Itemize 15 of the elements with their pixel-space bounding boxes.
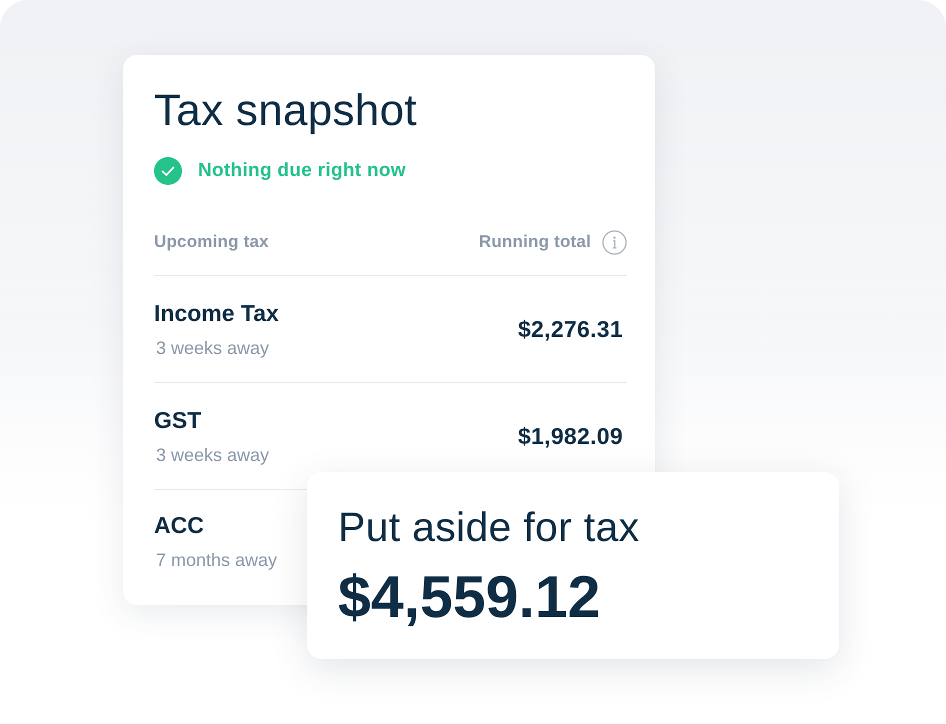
status-text: Nothing due right now	[198, 160, 406, 182]
info-icon[interactable]	[602, 230, 627, 254]
tax-name: ACC	[154, 511, 204, 539]
column-header: Upcoming tax	[154, 232, 269, 252]
due-date-text: 3 weeks away	[155, 337, 270, 360]
tax-name: Income Tax	[154, 299, 279, 327]
tax-name: GST	[154, 406, 202, 434]
summary-amount: $4,559.12	[338, 565, 600, 629]
tax-amount: $2,276.31	[518, 316, 623, 343]
due-date-text: 3 weeks away	[155, 444, 270, 467]
card-title: Tax snapshot	[154, 85, 418, 137]
column-header: Running total	[478, 232, 591, 252]
tax-amount: $1,982.09	[518, 423, 623, 450]
due-date-text: 7 months away	[155, 549, 278, 572]
summary-label: Put aside for tax	[338, 503, 640, 551]
